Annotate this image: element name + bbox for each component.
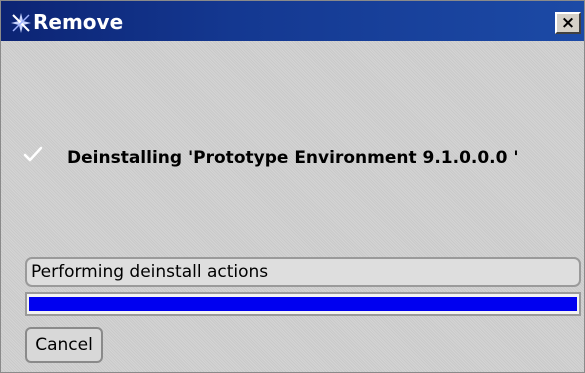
check-icon	[23, 146, 43, 162]
remove-dialog: Remove × Deinstalling 'Prototype Environ…	[0, 0, 585, 373]
progress-bar	[25, 292, 581, 316]
close-button[interactable]: ×	[555, 12, 581, 34]
status-field: Performing deinstall actions	[25, 257, 581, 287]
cancel-button[interactable]: Cancel	[25, 327, 103, 363]
deinstall-message: Deinstalling 'Prototype Environment 9.1.…	[67, 148, 519, 168]
progress-fill	[29, 297, 577, 311]
window-title: Remove	[33, 10, 124, 34]
title-bar[interactable]: Remove ×	[1, 1, 584, 41]
remove-icon	[11, 13, 31, 33]
